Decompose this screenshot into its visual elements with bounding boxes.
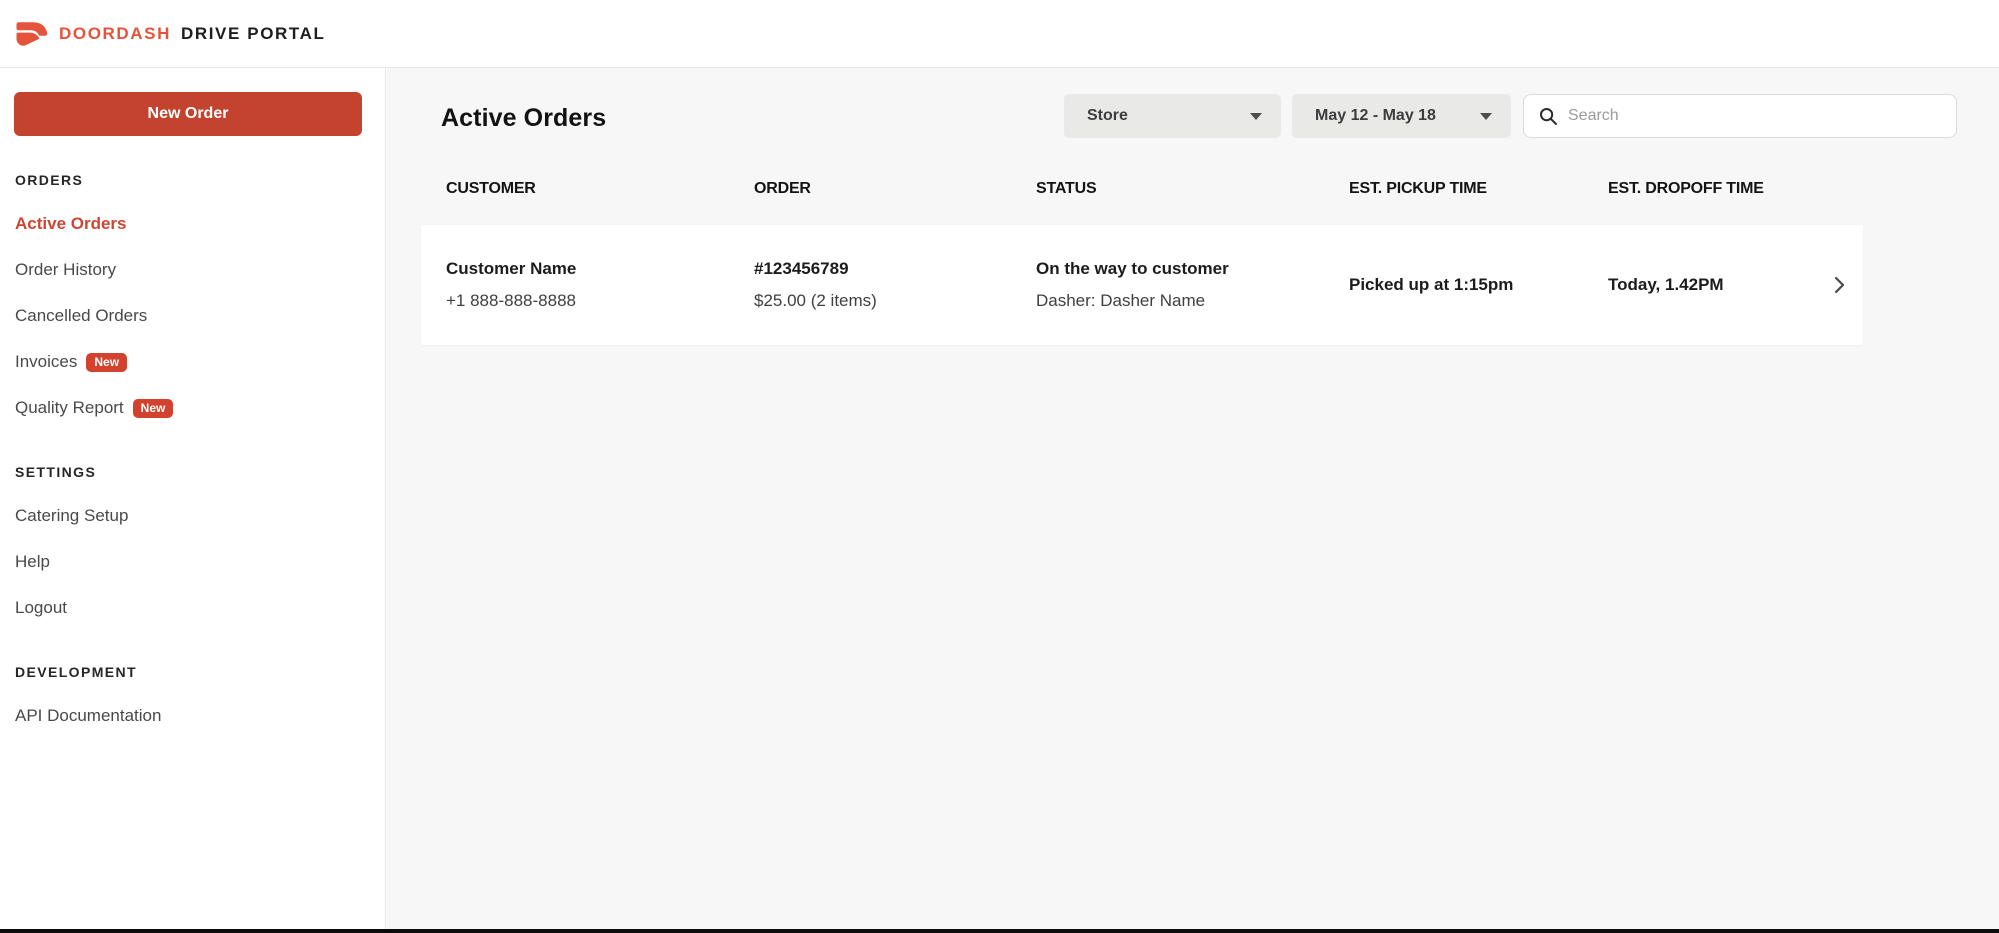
sidebar-item-api-documentation[interactable]: API Documentation [15,706,361,726]
sidebar-section-orders: ORDERS [15,172,361,188]
search-icon [1539,107,1558,126]
column-header-order: ORDER [729,180,1011,198]
sidebar-section-settings: SETTINGS [15,464,361,480]
new-badge: New [133,399,174,418]
brand-doordash: DOORDASH [59,24,171,44]
orders-table-header: CUSTOMER ORDER STATUS EST. PICKUP TIME E… [421,180,1863,198]
new-badge: New [86,353,127,372]
chevron-right-icon [1834,276,1845,294]
date-range-dropdown[interactable]: May 12 - May 18 [1292,94,1511,138]
est-pickup-cell: Picked up at 1:15pm [1324,275,1583,295]
sidebar-item-cancelled-orders[interactable]: Cancelled Orders [15,306,361,326]
column-header-status: STATUS [1011,180,1324,198]
row-detail-chevron[interactable] [1815,276,1863,294]
order-summary: $25.00 (2 items) [754,291,1011,311]
doordash-logo-icon [14,21,48,47]
store-dropdown-label: Store [1087,107,1128,125]
status-cell: On the way to customer Dasher: Dasher Na… [1011,259,1324,311]
est-dropoff-time: Today, 1.42PM [1608,275,1815,295]
search-input[interactable] [1568,107,1944,125]
sidebar-item-order-history[interactable]: Order History [15,260,361,280]
status-text: On the way to customer [1036,259,1324,279]
sidebar-item-active-orders[interactable]: Active Orders [15,214,361,234]
brand-drive-portal: DRIVE PORTAL [181,24,326,44]
column-header-customer: CUSTOMER [421,180,729,198]
column-header-est-dropoff-time: EST. DROPOFF TIME [1583,180,1815,198]
order-cell: #123456789 $25.00 (2 items) [729,259,1011,311]
sidebar-item-invoices[interactable]: Invoices New [15,352,361,372]
date-range-label: May 12 - May 18 [1315,107,1436,125]
column-header-est-pickup-time: EST. PICKUP TIME [1324,180,1583,198]
sidebar-item-catering-setup[interactable]: Catering Setup [15,506,361,526]
customer-phone: +1 888-888-8888 [446,291,729,311]
dasher-name: Dasher: Dasher Name [1036,291,1324,311]
chevron-down-icon [1250,113,1262,120]
column-header-spacer [1815,180,1863,198]
sidebar: New Order ORDERS Active Orders Order His… [0,68,386,929]
order-row[interactable]: Customer Name +1 888-888-8888 #123456789… [421,225,1863,345]
sidebar-item-quality-report[interactable]: Quality Report New [15,398,361,418]
filters-bar: Store May 12 - May 18 [1064,94,1957,138]
customer-name: Customer Name [446,259,729,279]
bottom-edge-bar [0,929,1999,933]
sidebar-item-logout[interactable]: Logout [15,598,361,618]
drive-portal-screen: DOORDASH DRIVE PORTAL New Order ORDERS A… [0,0,1999,933]
search-box[interactable] [1523,94,1957,138]
store-dropdown[interactable]: Store [1064,94,1281,138]
order-id: #123456789 [754,259,1011,279]
new-order-button[interactable]: New Order [14,92,362,136]
est-dropoff-cell: Today, 1.42PM [1583,275,1815,295]
top-bar: DOORDASH DRIVE PORTAL [0,0,1999,68]
est-pickup-time: Picked up at 1:15pm [1349,275,1583,295]
main-content: Active Orders Store May 12 - May 18 [387,68,1999,929]
sidebar-item-help[interactable]: Help [15,552,361,572]
page-title: Active Orders [441,104,606,133]
sidebar-section-development: DEVELOPMENT [15,664,361,680]
chevron-down-icon [1480,113,1492,120]
customer-cell: Customer Name +1 888-888-8888 [421,259,729,311]
